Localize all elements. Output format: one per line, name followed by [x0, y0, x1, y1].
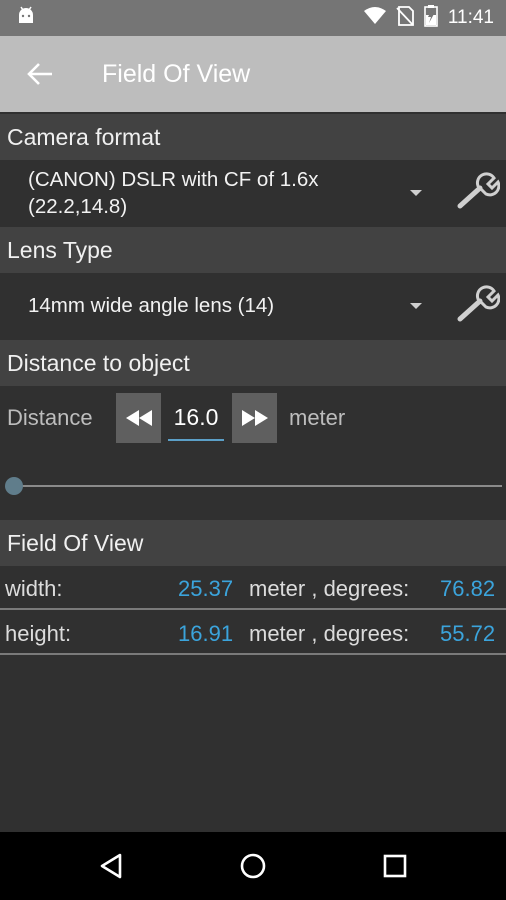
no-signal-icon: [396, 5, 414, 31]
distance-slider-track[interactable]: [14, 485, 502, 487]
fast-forward-icon: [241, 410, 268, 426]
nav-recents-button[interactable]: [365, 836, 425, 896]
divider: [0, 608, 506, 610]
dropdown-arrow-icon: [410, 303, 422, 309]
app-toolbar: Field Of View: [0, 36, 506, 112]
increase-button[interactable]: [232, 393, 277, 443]
system-nav-bar: [0, 832, 506, 900]
status-bar: 11:41: [0, 0, 506, 36]
height-row: height: 16.91 meter , degrees: 55.72: [0, 611, 506, 655]
decrease-button[interactable]: [116, 393, 161, 443]
page-title: Field Of View: [102, 59, 251, 88]
camera-format-line1: (CANON) DSLR with CF of 1.6x: [28, 168, 319, 191]
square-recents-icon: [383, 854, 407, 878]
width-unit-text: meter , degrees:: [249, 576, 410, 601]
divider: [0, 653, 506, 655]
height-label: height:: [5, 621, 72, 646]
nav-back-button[interactable]: [81, 836, 141, 896]
camera-format-line2: (22.2,14.8): [28, 195, 128, 218]
section-field-of-view: Field Of View: [0, 520, 506, 566]
lens-type-spinner[interactable]: 14mm wide angle lens (14): [0, 273, 506, 339]
nav-home-button[interactable]: [223, 836, 283, 896]
height-degrees-value: 55.72: [440, 621, 496, 646]
section-lens-type: Lens Type: [0, 227, 506, 273]
distance-label: Distance: [7, 405, 93, 430]
dropdown-arrow-icon: [410, 190, 422, 196]
width-row: width: 25.37 meter , degrees: 76.82: [0, 566, 506, 610]
camera-format-value: (CANON) DSLR with CF of 1.6x (22.2,14.8): [28, 166, 318, 220]
width-degrees-value: 76.82: [440, 576, 496, 601]
status-time: 11:41: [447, 7, 494, 28]
rewind-icon: [125, 410, 152, 426]
arrow-left-icon: [27, 63, 52, 85]
battery-icon: [424, 4, 438, 32]
width-meters-value: 25.37: [178, 576, 234, 601]
circle-home-icon: [240, 853, 266, 879]
android-icon: [16, 6, 36, 31]
height-unit-text: meter , degrees:: [249, 621, 410, 646]
wrench-icon[interactable]: [456, 283, 501, 327]
distance-input[interactable]: [168, 395, 224, 441]
width-label: width:: [5, 576, 63, 601]
section-distance: Distance to object: [0, 340, 506, 386]
wrench-icon[interactable]: [456, 170, 501, 214]
distance-slider-thumb[interactable]: [5, 477, 23, 495]
back-button[interactable]: [0, 36, 80, 112]
app-screen: 11:41 Field Of View Camera format (CANON…: [0, 0, 506, 900]
lens-type-value: 14mm wide angle lens (14): [28, 294, 275, 317]
height-meters-value: 16.91: [178, 621, 234, 646]
triangle-back-icon: [100, 853, 122, 879]
section-camera-format: Camera format: [0, 114, 506, 160]
wifi-icon: [363, 6, 386, 30]
camera-format-spinner[interactable]: (CANON) DSLR with CF of 1.6x (22.2,14.8): [0, 160, 506, 226]
distance-unit: meter: [289, 405, 346, 430]
